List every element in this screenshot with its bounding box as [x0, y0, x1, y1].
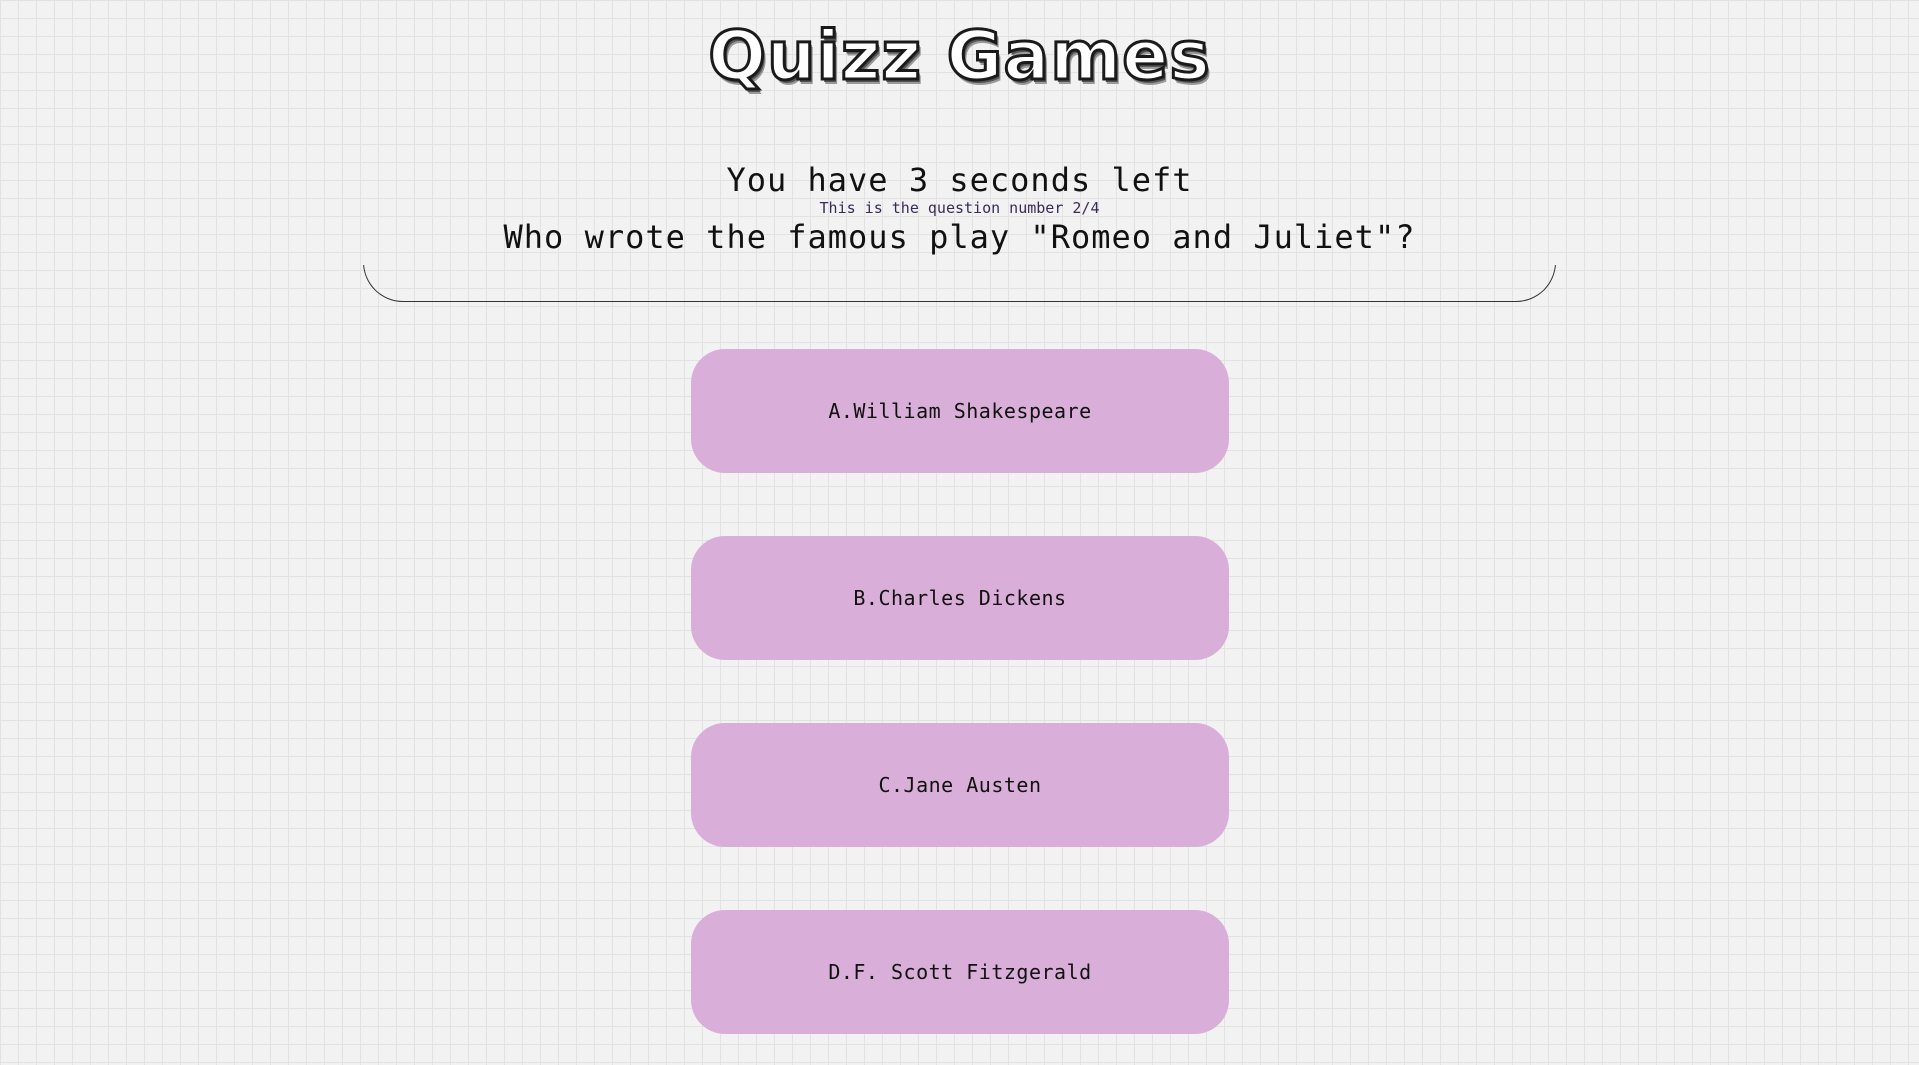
answer-label: D.F. Scott Fitzgerald: [828, 960, 1092, 984]
answer-list: A.William Shakespeare B.Charles Dickens …: [691, 349, 1229, 1065]
timer-text: You have 3 seconds left: [726, 161, 1193, 199]
question-text: Who wrote the famous play "Romeo and Jul…: [503, 218, 1416, 256]
answer-label: B.Charles Dickens: [853, 586, 1067, 610]
answer-button-b[interactable]: B.Charles Dickens: [691, 536, 1229, 660]
answer-button-d[interactable]: D.F. Scott Fitzgerald: [691, 910, 1229, 1034]
answer-label: C.Jane Austen: [878, 773, 1042, 797]
answer-label: A.William Shakespeare: [828, 399, 1092, 423]
answer-button-a[interactable]: A.William Shakespeare: [691, 349, 1229, 473]
page-title: Quizz Games: [707, 16, 1212, 98]
answer-button-c[interactable]: C.Jane Austen: [691, 723, 1229, 847]
quiz-page: Quizz Games You have 3 seconds left This…: [0, 0, 1919, 1065]
